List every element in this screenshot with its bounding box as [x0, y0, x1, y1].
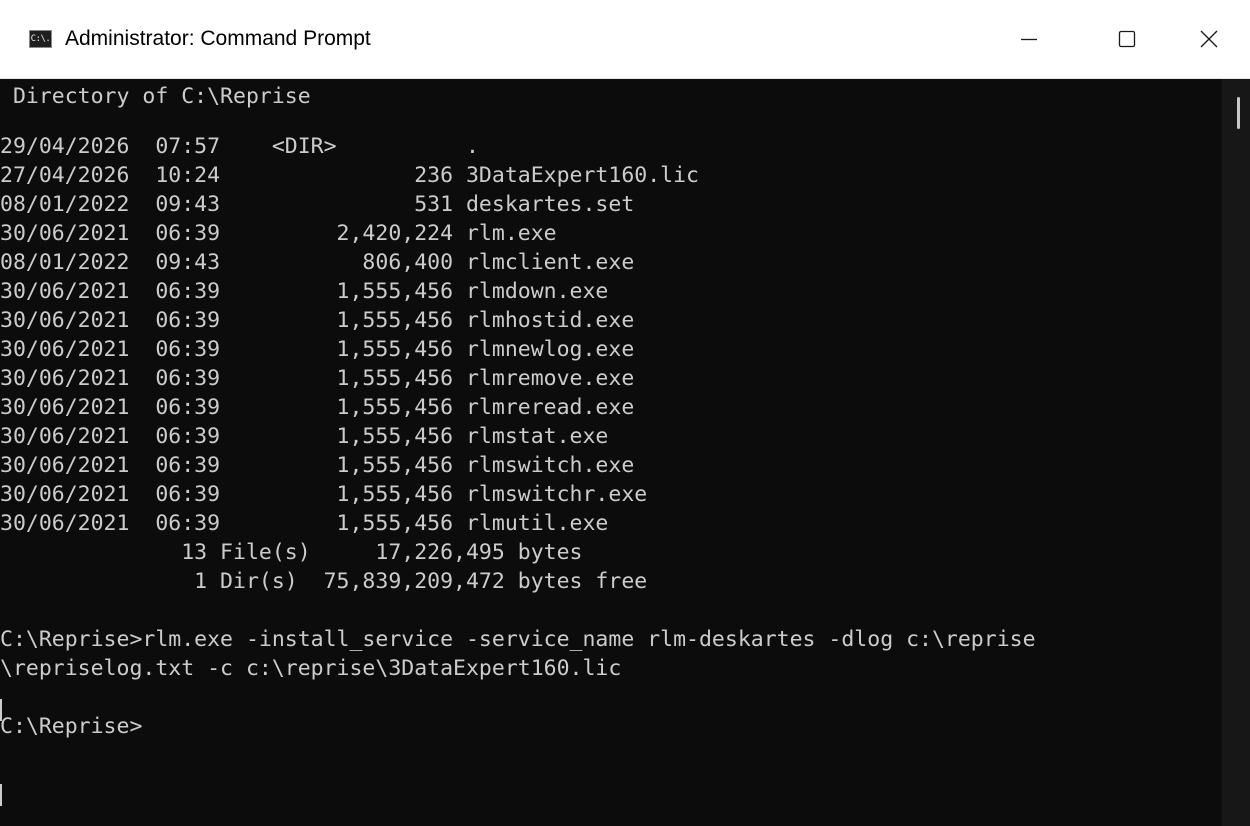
close-icon: [1200, 30, 1218, 48]
command-prompt-window: C:\. Administrator: Command Prompt Direc…: [0, 0, 1250, 826]
console-line: Directory of C:\Reprise: [0, 84, 311, 109]
console-line: 30/06/2021 06:39 1,555,456 rlmhostid.exe: [0, 308, 635, 333]
console-line: 30/06/2021 06:39 2,420,224 rlm.exe: [0, 221, 557, 246]
console-line: 30/06/2021 06:39 1,555,456 rlmswitch.exe: [0, 453, 635, 478]
console-output[interactable]: Directory of C:\Reprise 29/04/2026 07:57 …: [0, 79, 1222, 826]
cursor-mark: [0, 699, 2, 721]
scrollbar-thumb[interactable]: [1237, 97, 1240, 129]
console-line: 30/06/2021 06:39 1,555,456 rlmremove.exe: [0, 366, 635, 391]
window-title: Administrator: Command Prompt: [65, 27, 371, 50]
maximize-button[interactable]: [1082, 0, 1172, 78]
maximize-icon: [1118, 30, 1136, 48]
console-line: 1 Dir(s) 75,839,209,472 bytes free: [0, 569, 648, 594]
vertical-scrollbar[interactable]: [1222, 79, 1250, 826]
console-line: 13 File(s) 17,226,495 bytes: [0, 540, 583, 565]
command-prompt-icon[interactable]: C:\.: [29, 30, 52, 48]
console-line: 27/04/2026 10:24 236 3DataExpert160.lic: [0, 163, 699, 188]
console-line: 30/06/2021 06:39 1,555,456 rlmutil.exe: [0, 511, 609, 536]
console-line: \repriselog.txt -c c:\reprise\3DataExper…: [0, 656, 622, 681]
console-line: 30/06/2021 06:39 1,555,456 rlmstat.exe: [0, 424, 609, 449]
console-line: C:\Reprise>: [0, 714, 143, 739]
console-line: 30/06/2021 06:39 1,555,456 rlmswitchr.ex…: [0, 482, 648, 507]
console-line: 30/06/2021 06:39 1,555,456 rlmnewlog.exe: [0, 337, 635, 362]
console-line: 30/06/2021 06:39 1,555,456 rlmdown.exe: [0, 279, 609, 304]
console-line: 08/01/2022 09:43 531 deskartes.set: [0, 192, 635, 217]
console-line: C:\Reprise>rlm.exe -install_service -ser…: [0, 627, 1036, 652]
title-bar[interactable]: C:\. Administrator: Command Prompt: [0, 0, 1250, 79]
cursor-mark: [0, 784, 2, 806]
minimize-icon: [1021, 38, 1037, 41]
close-button[interactable]: [1166, 0, 1250, 78]
minimize-button[interactable]: [984, 0, 1074, 78]
console-line: 30/06/2021 06:39 1,555,456 rlmreread.exe: [0, 395, 635, 420]
console-line: 29/04/2026 07:57 <DIR> .: [0, 134, 479, 159]
console-line: 08/01/2022 09:43 806,400 rlmclient.exe: [0, 250, 635, 275]
